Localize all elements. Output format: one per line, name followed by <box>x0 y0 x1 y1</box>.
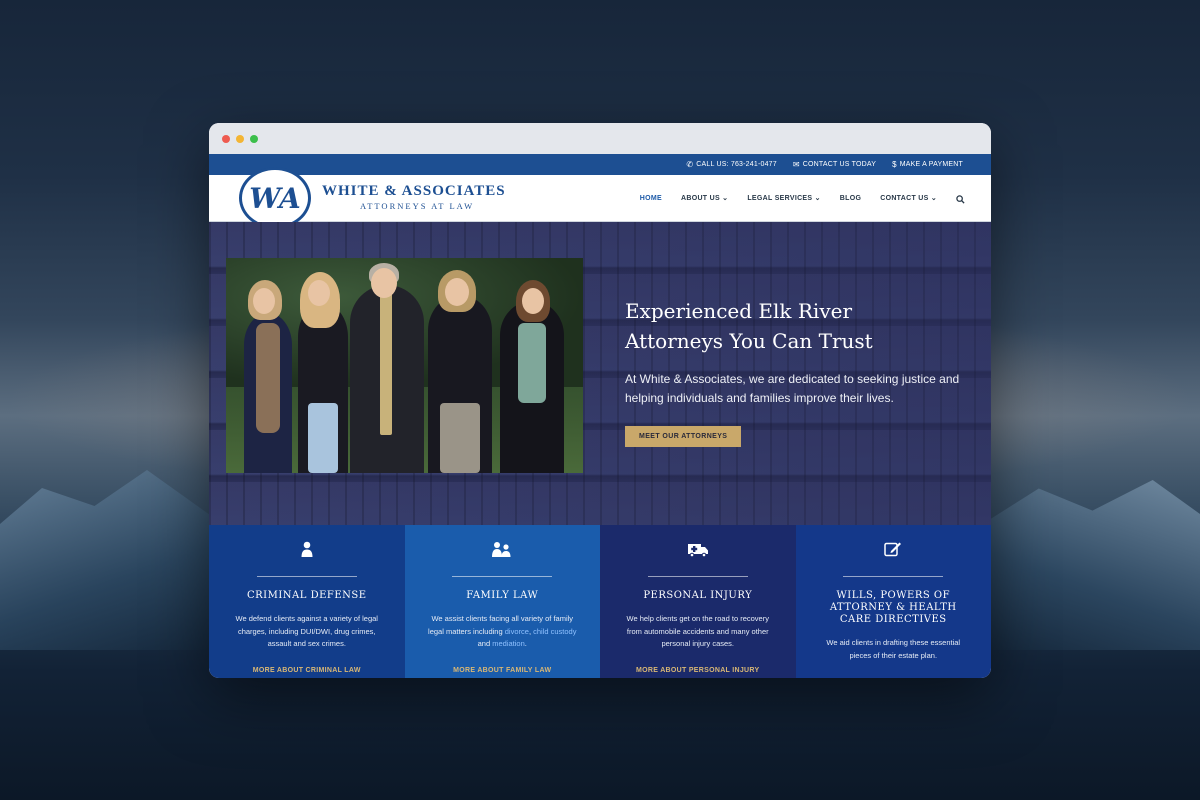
make-payment-link[interactable]: $ MAKE A PAYMENT <box>892 160 963 169</box>
meet-our-attorneys-button[interactable]: MEET OUR ATTORNEYS <box>625 426 742 447</box>
more-about-criminal-law-link[interactable]: MORE ABOUT CRIMINAL LAW <box>209 667 405 674</box>
call-us-link[interactable]: ✆ CALL US: 763-241-0477 <box>686 160 777 169</box>
service-description: We help clients get on the road to recov… <box>626 614 769 648</box>
service-card-wills: WILLS, POWERS OF ATTORNEY & HEALTH CARE … <box>795 525 992 678</box>
service-title: CRIMINAL DEFENSE <box>246 590 367 601</box>
search-icon[interactable] <box>956 189 965 208</box>
logo-title: WHITE & ASSOCIATES <box>322 183 506 199</box>
make-payment-label: MAKE A PAYMENT <box>899 161 963 168</box>
nav-legal-services[interactable]: LEGAL SERVICES ⌄ <box>747 194 820 202</box>
minimize-dot-icon[interactable] <box>236 134 244 143</box>
maximize-dot-icon[interactable] <box>250 134 258 143</box>
nav-home[interactable]: HOME <box>640 195 662 202</box>
site-header: WA WHITE & ASSOCIATES ATTORNEYS AT LAW H… <box>209 167 991 229</box>
team-photo <box>226 258 583 473</box>
logo-monogram[interactable]: WA <box>239 167 311 229</box>
more-about-personal-injury-link[interactable]: MORE ABOUT PERSONAL INJURY <box>600 667 796 674</box>
service-divider <box>256 576 357 577</box>
service-divider <box>452 576 553 577</box>
nav-about-us[interactable]: ABOUT US ⌄ <box>681 194 728 202</box>
edit-icon <box>796 541 992 561</box>
service-desc-sep: and <box>477 639 493 648</box>
service-card-criminal-defense: CRIMINAL DEFENSE We defend clients again… <box>209 525 405 678</box>
background-iceberg-right <box>985 480 1200 650</box>
browser-window: ✆ CALL US: 763-241-0477 ✉ CONTACT US TOD… <box>209 123 991 678</box>
hero-title-line2: Attorneys You Can Trust <box>625 329 873 353</box>
more-about-family-law-link[interactable]: MORE ABOUT FAMILY LAW <box>405 667 601 674</box>
service-title: FAMILY LAW <box>466 590 539 601</box>
service-description: We aid clients in drafting these essenti… <box>826 638 961 660</box>
family-icon <box>405 541 601 561</box>
main-nav: HOME ABOUT US ⌄ LEGAL SERVICES ⌄ BLOG CO… <box>640 175 965 221</box>
service-desc-end: . <box>524 639 527 648</box>
service-title: PERSONAL INJURY <box>643 590 753 601</box>
hero-section: Experienced Elk River Attorneys You Can … <box>209 222 991 525</box>
hero-text-block: Experienced Elk River Attorneys You Can … <box>625 296 965 447</box>
browser-chrome <box>209 123 991 154</box>
chat-icon: ✉ <box>792 160 800 169</box>
contact-us-link[interactable]: ✉ CONTACT US TODAY <box>793 160 876 169</box>
nav-contact-us[interactable]: CONTACT US ⌄ <box>880 194 937 202</box>
mediation-link[interactable]: mediation <box>492 639 525 648</box>
service-description: We assist clients facing all variety of … <box>405 613 601 651</box>
top-contact-bar: ✆ CALL US: 763-241-0477 ✉ CONTACT US TOD… <box>209 154 991 175</box>
nav-blog[interactable]: BLOG <box>840 195 861 202</box>
services-strip: CRIMINAL DEFENSE We defend clients again… <box>209 525 991 678</box>
contact-us-label: CONTACT US TODAY <box>802 161 877 168</box>
hero-title-line1: Experienced Elk River <box>625 299 853 323</box>
close-dot-icon[interactable] <box>222 134 230 143</box>
child-custody-link[interactable]: child custody <box>533 627 576 636</box>
logo-subtitle: ATTORNEYS AT LAW <box>360 201 475 211</box>
person-icon <box>209 541 405 561</box>
service-title: WILLS, POWERS OF ATTORNEY & HEALTH CARE … <box>829 590 957 625</box>
hero-description: At White & Associates, we are dedicated … <box>625 372 960 405</box>
logo-monogram-text: WA <box>249 181 301 215</box>
service-description: We defend clients against a variety of l… <box>235 614 378 648</box>
service-card-personal-injury: PERSONAL INJURY We help clients get on t… <box>600 525 796 678</box>
service-divider <box>647 576 748 577</box>
dollar-icon: $ <box>892 160 897 169</box>
call-us-label: CALL US: 763-241-0477 <box>696 161 777 168</box>
service-divider <box>843 576 944 577</box>
service-card-family-law: FAMILY LAW We assist clients facing all … <box>404 525 601 678</box>
phone-icon: ✆ <box>686 160 694 169</box>
ambulance-icon <box>600 541 796 561</box>
logo-wordmark[interactable]: WHITE & ASSOCIATES ATTORNEYS AT LAW <box>322 183 506 211</box>
hero-title: Experienced Elk River Attorneys You Can … <box>625 296 965 356</box>
divorce-link[interactable]: divorce <box>505 627 529 636</box>
